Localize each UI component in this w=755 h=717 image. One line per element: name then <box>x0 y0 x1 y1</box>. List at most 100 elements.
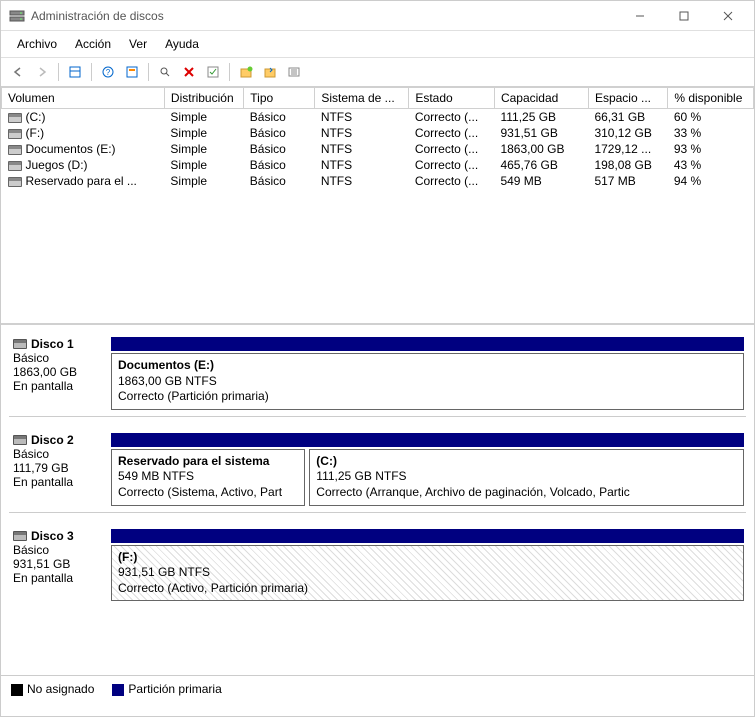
cell-type: Básico <box>244 125 315 141</box>
table-row[interactable]: Reservado para el ...SimpleBásicoNTFSCor… <box>2 173 754 189</box>
forward-button[interactable] <box>31 61 53 83</box>
cell-layout: Simple <box>164 109 243 126</box>
volume-icon <box>8 129 22 139</box>
col-volumen[interactable]: Volumen <box>2 88 165 109</box>
partition-box[interactable]: Documentos (E:)1863,00 GB NTFSCorrecto (… <box>111 353 744 410</box>
table-row[interactable]: Documentos (E:)SimpleBásicoNTFSCorrecto … <box>2 141 754 157</box>
disk-partitions: Documentos (E:)1863,00 GB NTFSCorrecto (… <box>109 335 746 412</box>
partition-status: Correcto (Partición primaria) <box>118 389 269 403</box>
partition-title: Reservado para el sistema <box>118 454 269 468</box>
disk-icon <box>13 531 27 541</box>
delete-button[interactable] <box>178 61 200 83</box>
cell-pct: 43 % <box>668 157 754 173</box>
list-button[interactable] <box>283 61 305 83</box>
partition-title: (C:) <box>316 454 337 468</box>
col-distribucion[interactable]: Distribución <box>164 88 243 109</box>
rescan-button[interactable] <box>259 61 281 83</box>
minimize-button[interactable] <box>618 2 662 30</box>
cell-free: 198,08 GB <box>588 157 667 173</box>
cell-capacity: 549 MB <box>494 173 588 189</box>
disk-row: Disco 3Básico931,51 GBEn pantalla(F:)931… <box>9 527 746 608</box>
close-button[interactable] <box>706 2 750 30</box>
partition-box[interactable]: (C:)111,25 GB NTFSCorrecto (Arranque, Ar… <box>309 449 744 506</box>
cell-type: Básico <box>244 173 315 189</box>
app-icon <box>9 8 25 24</box>
volume-icon <box>8 145 22 155</box>
disk-header-bar <box>111 433 744 447</box>
cell-status: Correcto (... <box>409 141 495 157</box>
cell-status: Correcto (... <box>409 125 495 141</box>
cell-fs: NTFS <box>315 173 409 189</box>
cell-free: 310,12 GB <box>588 125 667 141</box>
disk-name: Disco 3 <box>31 529 74 543</box>
disk-status: En pantalla <box>13 475 105 489</box>
disk-info[interactable]: Disco 2Básico111,79 GBEn pantalla <box>9 431 109 508</box>
menubar: Archivo Acción Ver Ayuda <box>1 31 754 58</box>
legend: No asignado Partición primaria <box>1 675 754 702</box>
disk-row: Disco 2Básico111,79 GBEn pantallaReserva… <box>9 431 746 513</box>
window-title: Administración de discos <box>31 9 618 23</box>
cell-free: 1729,12 ... <box>588 141 667 157</box>
col-estado[interactable]: Estado <box>409 88 495 109</box>
partition-box[interactable]: (F:)931,51 GB NTFSCorrecto (Activo, Part… <box>111 545 744 602</box>
volume-icon <box>8 177 22 187</box>
disk-size: 111,79 GB <box>13 461 105 475</box>
disk-type: Básico <box>13 543 105 557</box>
cell-layout: Simple <box>164 125 243 141</box>
disk-graphical-area: Disco 1Básico1863,00 GBEn pantallaDocume… <box>1 325 754 675</box>
svg-text:?: ? <box>106 68 111 77</box>
menu-accion[interactable]: Acción <box>67 35 119 53</box>
disk-header-bar <box>111 337 744 351</box>
disk-name: Disco 2 <box>31 433 74 447</box>
cell-capacity: 111,25 GB <box>494 109 588 126</box>
maximize-button[interactable] <box>662 2 706 30</box>
new-folder-button[interactable] <box>235 61 257 83</box>
col-tipo[interactable]: Tipo <box>244 88 315 109</box>
search-button[interactable] <box>154 61 176 83</box>
back-button[interactable] <box>7 61 29 83</box>
col-capacidad[interactable]: Capacidad <box>494 88 588 109</box>
cell-volumen: Reservado para el ... <box>2 173 165 189</box>
volume-table: Volumen Distribución Tipo Sistema de ...… <box>1 87 754 189</box>
partition-size: 111,25 GB NTFS <box>316 469 406 483</box>
cell-volumen: Juegos (D:) <box>2 157 165 173</box>
disk-info[interactable]: Disco 3Básico931,51 GBEn pantalla <box>9 527 109 604</box>
help-button[interactable]: ? <box>97 61 119 83</box>
menu-archivo[interactable]: Archivo <box>9 35 65 53</box>
disk-type: Básico <box>13 351 105 365</box>
cell-fs: NTFS <box>315 141 409 157</box>
view-top-button[interactable] <box>64 61 86 83</box>
disk-header-bar <box>111 529 744 543</box>
disk-icon <box>13 339 27 349</box>
volume-icon <box>8 161 22 171</box>
table-row[interactable]: (C:)SimpleBásicoNTFSCorrecto (...111,25 … <box>2 109 754 126</box>
cell-volumen: (F:) <box>2 125 165 141</box>
cell-capacity: 465,76 GB <box>494 157 588 173</box>
cell-pct: 33 % <box>668 125 754 141</box>
partition-size: 549 MB NTFS <box>118 469 194 483</box>
cell-pct: 60 % <box>668 109 754 126</box>
disk-size: 1863,00 GB <box>13 365 105 379</box>
col-espacio[interactable]: Espacio ... <box>588 88 667 109</box>
cell-free: 66,31 GB <box>588 109 667 126</box>
table-row[interactable]: Juegos (D:)SimpleBásicoNTFSCorrecto (...… <box>2 157 754 173</box>
cell-type: Básico <box>244 141 315 157</box>
cell-status: Correcto (... <box>409 157 495 173</box>
col-disponible[interactable]: % disponible <box>668 88 754 109</box>
partition-box[interactable]: Reservado para el sistema549 MB NTFS Corr… <box>111 449 305 506</box>
checkbox-button[interactable] <box>202 61 224 83</box>
partition-status: Correcto (Sistema, Activo, Part <box>118 485 282 499</box>
disk-info[interactable]: Disco 1Básico1863,00 GBEn pantalla <box>9 335 109 412</box>
cell-status: Correcto (... <box>409 173 495 189</box>
table-row[interactable]: (F:)SimpleBásicoNTFSCorrecto (...931,51 … <box>2 125 754 141</box>
menu-ver[interactable]: Ver <box>121 35 155 53</box>
settings-button[interactable] <box>121 61 143 83</box>
cell-volumen: (C:) <box>2 109 165 126</box>
disk-icon <box>13 435 27 445</box>
disk-status: En pantalla <box>13 571 105 585</box>
cell-free: 517 MB <box>588 173 667 189</box>
disk-row: Disco 1Básico1863,00 GBEn pantallaDocume… <box>9 335 746 417</box>
menu-ayuda[interactable]: Ayuda <box>157 35 207 53</box>
col-sistema[interactable]: Sistema de ... <box>315 88 409 109</box>
partition-status: Correcto (Activo, Partición primaria) <box>118 581 308 595</box>
